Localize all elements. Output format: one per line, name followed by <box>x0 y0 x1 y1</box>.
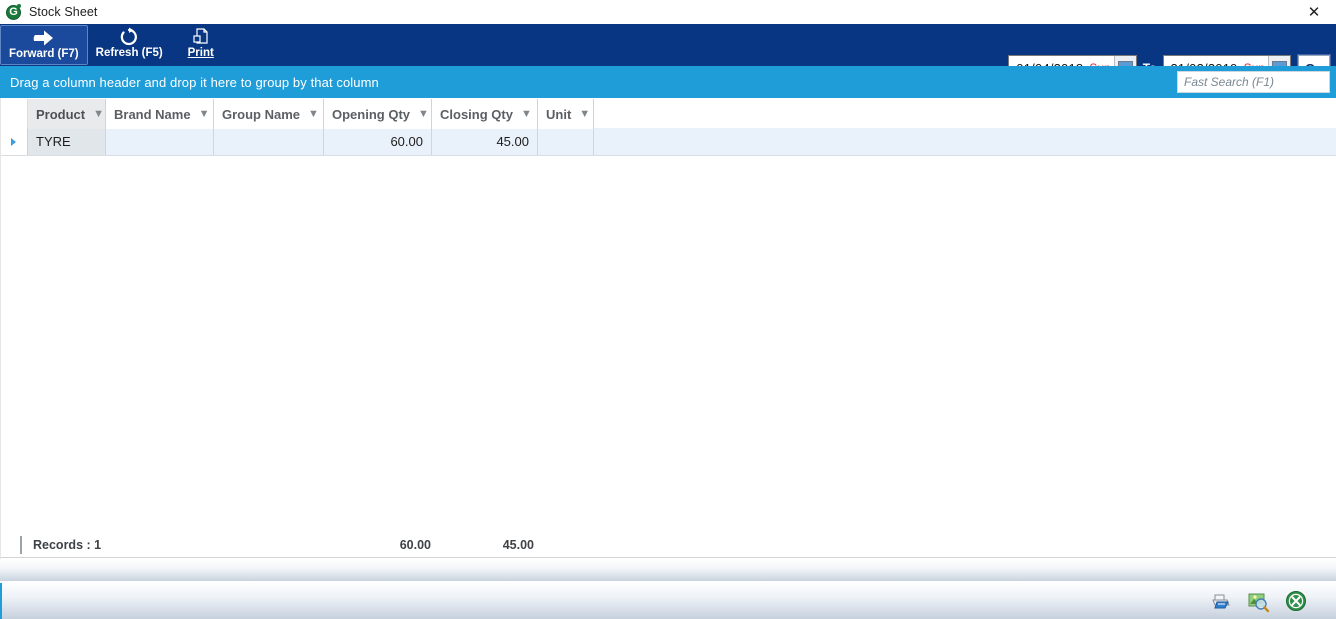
column-header-label: Closing Qty <box>440 106 513 122</box>
summary-closing-total: 45.00 <box>502 537 534 552</box>
table-row[interactable]: TYRE 60.00 45.00 <box>0 128 1336 156</box>
forward-button-label: Forward (F7) <box>9 48 79 60</box>
records-count: Records : 1 <box>33 537 102 552</box>
title-bar: G Stock Sheet ✕ <box>0 0 1336 24</box>
forward-arrow-icon <box>31 28 57 48</box>
refresh-button-label: Refresh (F5) <box>95 47 163 59</box>
column-header-label: Product <box>36 106 86 122</box>
cell-product[interactable]: TYRE <box>28 128 106 155</box>
column-header-opening-qty[interactable]: Opening Qty ▼ <box>324 99 432 129</box>
cell-opening-qty[interactable]: 60.00 <box>324 128 432 155</box>
printer-icon[interactable] <box>1208 589 1232 613</box>
filter-funnel-icon[interactable]: ▼ <box>418 108 429 120</box>
close-icon[interactable]: ✕ <box>1300 0 1328 24</box>
export-to-excel-icon[interactable] <box>1284 589 1308 613</box>
summary-gap <box>0 532 20 558</box>
main-toolbar: Forward (F7) Refresh (F5) Print <box>0 24 1336 83</box>
column-header-group-name[interactable]: Group Name ▼ <box>214 99 324 129</box>
grid-empty-area <box>0 156 1336 554</box>
column-header-label: Opening Qty <box>332 106 410 122</box>
stock-grid: Product ▼ Brand Name ▼ Group Name ▼ Open… <box>0 98 1336 558</box>
cell-brand-name[interactable] <box>106 128 214 155</box>
row-indicator-header <box>0 99 28 129</box>
filter-funnel-icon[interactable]: ▼ <box>308 108 319 120</box>
group-by-hint: Drag a column header and drop it here to… <box>10 74 379 90</box>
refresh-button[interactable]: Refresh (F5) <box>88 25 171 65</box>
filter-funnel-icon[interactable]: ▼ <box>521 108 532 120</box>
column-header-product[interactable]: Product ▼ <box>28 99 106 129</box>
filter-funnel-icon[interactable]: ▼ <box>93 108 104 120</box>
filter-funnel-icon[interactable]: ▼ <box>579 108 590 120</box>
grid-header-row: Product ▼ Brand Name ▼ Group Name ▼ Open… <box>0 98 1336 129</box>
row-pointer-icon <box>11 137 16 146</box>
fast-search-box[interactable] <box>1177 71 1330 93</box>
print-preview-icon[interactable] <box>1246 589 1270 613</box>
grid-summary-row: Records : 1 60.00 45.00 <box>0 531 1336 557</box>
cell-unit[interactable] <box>538 128 594 155</box>
lower-panel-strip <box>0 559 1336 582</box>
column-header-closing-qty[interactable]: Closing Qty ▼ <box>432 99 538 129</box>
column-header-label: Brand Name <box>114 106 191 122</box>
row-filler <box>594 128 1336 155</box>
column-header-filler <box>594 99 1336 129</box>
fast-search-input[interactable] <box>1178 72 1329 92</box>
print-page-icon <box>191 27 211 47</box>
refresh-circular-arrow-icon <box>118 27 140 47</box>
status-bar <box>0 583 1336 619</box>
window-title: Stock Sheet <box>29 5 98 19</box>
content-left-edge <box>0 98 1 559</box>
print-button-label: Print <box>187 47 214 59</box>
column-header-unit[interactable]: Unit ▼ <box>538 99 594 129</box>
cell-closing-qty[interactable]: 45.00 <box>432 128 538 155</box>
cell-group-name[interactable] <box>214 128 324 155</box>
column-header-brand-name[interactable]: Brand Name ▼ <box>106 99 214 129</box>
column-header-label: Unit <box>546 106 572 122</box>
status-bar-actions <box>1208 589 1308 613</box>
column-header-label: Group Name <box>222 106 301 122</box>
print-button[interactable]: Print <box>171 25 231 65</box>
summary-opening-total: 60.00 <box>399 537 431 552</box>
filter-funnel-icon[interactable]: ▼ <box>199 108 210 120</box>
current-row-indicator <box>0 128 28 155</box>
group-by-drop-area[interactable]: Drag a column header and drop it here to… <box>0 66 1336 98</box>
app-logo-icon: G <box>6 3 21 20</box>
stock-sheet-window: G Stock Sheet ✕ Forward (F7) Refresh (F5… <box>0 0 1336 619</box>
summary-divider <box>20 535 22 554</box>
forward-button[interactable]: Forward (F7) <box>0 25 88 65</box>
